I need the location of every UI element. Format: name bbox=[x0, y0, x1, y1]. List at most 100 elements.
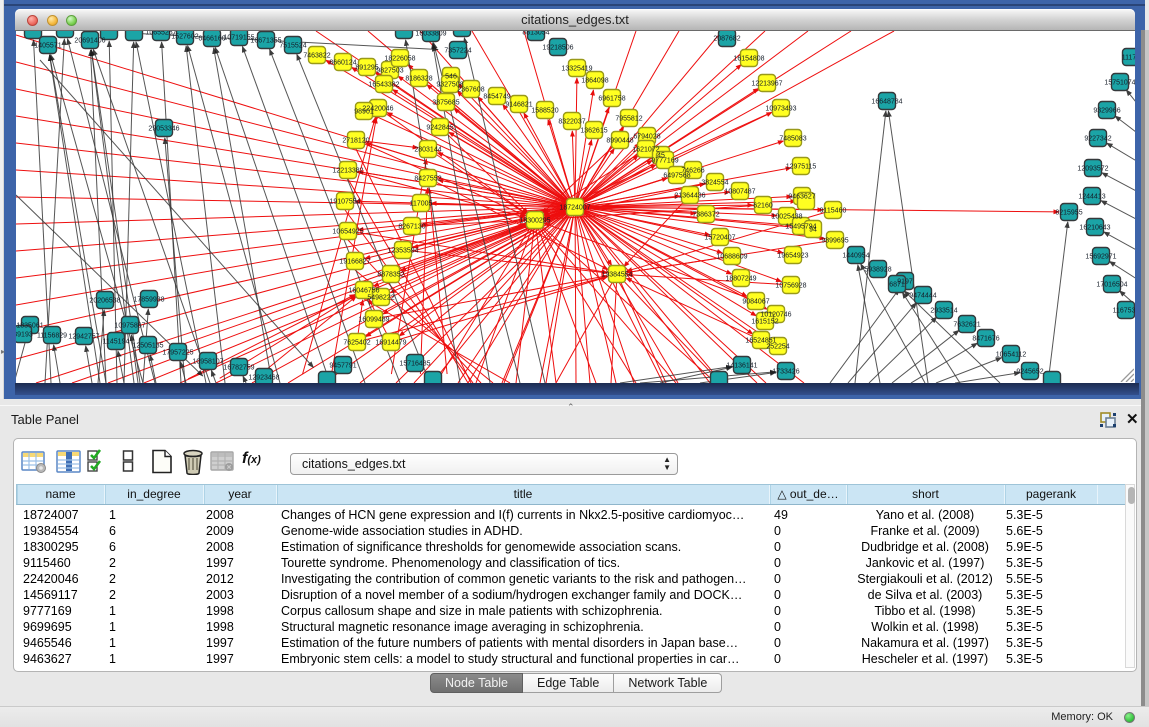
svg-text:9146821: 9146821 bbox=[505, 101, 532, 108]
svg-text:10973493: 10973493 bbox=[765, 105, 796, 112]
svg-text:1835061: 1835061 bbox=[16, 322, 43, 329]
svg-text:14136141: 14136141 bbox=[726, 362, 757, 369]
svg-text:16099489: 16099489 bbox=[358, 316, 389, 323]
svg-text:18226058: 18226058 bbox=[384, 55, 415, 62]
svg-text:10807487: 10807487 bbox=[724, 188, 755, 195]
svg-text:18807249: 18807249 bbox=[725, 275, 756, 282]
svg-text:16914479: 16914479 bbox=[375, 339, 406, 346]
svg-text:39193: 39193 bbox=[16, 331, 33, 338]
svg-text:8471676: 8471676 bbox=[972, 335, 999, 342]
svg-text:10120746: 10120746 bbox=[760, 311, 791, 318]
svg-text:16782759: 16782759 bbox=[223, 364, 254, 371]
svg-text:6466160: 6466160 bbox=[198, 35, 225, 42]
svg-text:10975867: 10975867 bbox=[114, 322, 145, 329]
svg-text:9463627: 9463627 bbox=[788, 193, 815, 200]
svg-text:3875685: 3875685 bbox=[432, 99, 459, 106]
svg-text:94: 94 bbox=[809, 226, 817, 233]
svg-text:2803144: 2803144 bbox=[414, 146, 441, 153]
svg-text:12213382: 12213382 bbox=[332, 167, 363, 174]
svg-text:8267130: 8267130 bbox=[398, 223, 425, 230]
svg-text:252254: 252254 bbox=[766, 343, 789, 350]
svg-text:98901: 98901 bbox=[354, 108, 374, 115]
svg-text:8990448: 8990448 bbox=[606, 137, 633, 144]
svg-text:7632621: 7632621 bbox=[953, 321, 980, 328]
svg-text:10654112: 10654112 bbox=[996, 351, 1027, 358]
svg-text:8813054: 8813054 bbox=[522, 31, 549, 36]
svg-text:17859938: 17859938 bbox=[133, 296, 164, 303]
svg-text:7386372: 7386372 bbox=[692, 211, 719, 218]
svg-text:8454749: 8454749 bbox=[483, 93, 510, 100]
svg-text:3824554: 3824554 bbox=[701, 179, 728, 186]
svg-text:10958107: 10958107 bbox=[192, 358, 223, 365]
svg-text:8186328: 8186328 bbox=[405, 75, 432, 82]
svg-text:9827503: 9827503 bbox=[376, 67, 403, 74]
svg-text:7625402: 7625402 bbox=[343, 339, 370, 346]
svg-text:1167533: 1167533 bbox=[1113, 307, 1135, 314]
svg-text:5938928: 5938928 bbox=[864, 266, 891, 273]
svg-text:15692971: 15692971 bbox=[1085, 253, 1116, 260]
svg-text:2087682: 2087682 bbox=[713, 35, 740, 42]
svg-text:9227342: 9227342 bbox=[1084, 135, 1111, 142]
svg-text:2933514: 2933514 bbox=[930, 307, 957, 314]
svg-text:6871: 6871 bbox=[889, 281, 905, 288]
svg-text:8660124: 8660124 bbox=[329, 59, 356, 66]
svg-text:1145194: 1145194 bbox=[103, 338, 130, 345]
svg-text:1440954: 1440954 bbox=[842, 252, 869, 259]
svg-text:17957225: 17957225 bbox=[162, 349, 193, 356]
svg-text:19166827: 19166827 bbox=[339, 258, 370, 265]
svg-text:15716485: 15716485 bbox=[399, 360, 430, 367]
svg-text:20206538: 20206538 bbox=[89, 297, 120, 304]
svg-text:12942757: 12942757 bbox=[68, 333, 99, 340]
svg-text:19654923: 19654923 bbox=[777, 252, 808, 259]
svg-text:16046756: 16046756 bbox=[348, 287, 379, 294]
svg-text:8427552: 8427552 bbox=[414, 175, 441, 182]
svg-text:17016504: 17016504 bbox=[1096, 281, 1127, 288]
svg-text:1733426: 1733426 bbox=[772, 368, 799, 375]
svg-text:1244413: 1244413 bbox=[1078, 193, 1105, 200]
svg-text:1864098: 1864098 bbox=[581, 77, 608, 84]
svg-text:9245652: 9245652 bbox=[1016, 368, 1043, 375]
svg-text:2367608: 2367608 bbox=[457, 86, 484, 93]
svg-text:9084067: 9084067 bbox=[742, 298, 769, 305]
svg-text:6794028: 6794028 bbox=[633, 133, 660, 140]
svg-text:21364436: 21364436 bbox=[674, 192, 705, 199]
svg-text:19107554: 19107554 bbox=[329, 198, 360, 205]
svg-text:7485083: 7485083 bbox=[779, 135, 806, 142]
svg-text:9115460: 9115460 bbox=[820, 207, 847, 214]
svg-text:10756928: 10756928 bbox=[775, 282, 806, 289]
svg-text:20691406: 20691406 bbox=[74, 37, 105, 44]
svg-text:9474444: 9474444 bbox=[909, 292, 936, 299]
svg-text:7955812: 7955812 bbox=[615, 115, 642, 122]
svg-text:1615152: 1615152 bbox=[751, 318, 778, 325]
svg-text:12975115: 12975115 bbox=[786, 163, 817, 170]
svg-text:15720407: 15720407 bbox=[704, 234, 735, 241]
svg-text:7515524: 7515524 bbox=[279, 42, 306, 49]
svg-text:11156829: 11156829 bbox=[37, 332, 67, 339]
svg-text:8878352: 8878352 bbox=[377, 271, 404, 278]
svg-text:1621072: 1621072 bbox=[632, 146, 659, 153]
svg-text:5498222: 5498222 bbox=[367, 294, 394, 301]
svg-text:12353594: 12353594 bbox=[387, 247, 418, 254]
svg-text:7463822: 7463822 bbox=[303, 52, 330, 59]
svg-text:1405571: 1405571 bbox=[34, 42, 61, 49]
svg-text:19218506: 19218506 bbox=[542, 44, 573, 51]
svg-text:546: 546 bbox=[445, 73, 457, 80]
svg-text:6961758: 6961758 bbox=[598, 95, 625, 102]
svg-text:18300295: 18300295 bbox=[519, 217, 550, 224]
svg-text:9329966: 9329966 bbox=[1093, 107, 1120, 114]
svg-text:9777169: 9777169 bbox=[651, 157, 678, 164]
svg-text:9457791: 9457791 bbox=[329, 362, 356, 369]
svg-text:6497568: 6497568 bbox=[663, 172, 690, 179]
svg-text:10654925: 10654925 bbox=[332, 228, 363, 235]
svg-text:19384554: 19384554 bbox=[601, 271, 632, 278]
svg-text:16543382: 16543382 bbox=[368, 81, 399, 88]
svg-text:12505135: 12505135 bbox=[132, 342, 163, 349]
svg-text:1588520: 1588520 bbox=[531, 107, 558, 114]
svg-text:9899695: 9899695 bbox=[821, 237, 848, 244]
svg-text:1527602: 1527602 bbox=[171, 33, 198, 40]
svg-text:117005: 117005 bbox=[410, 200, 433, 207]
svg-text:18724007: 18724007 bbox=[559, 204, 590, 211]
svg-text:891295: 891295 bbox=[355, 64, 378, 71]
svg-text:2718120: 2718120 bbox=[342, 137, 369, 144]
svg-text:62160: 62160 bbox=[753, 202, 773, 209]
